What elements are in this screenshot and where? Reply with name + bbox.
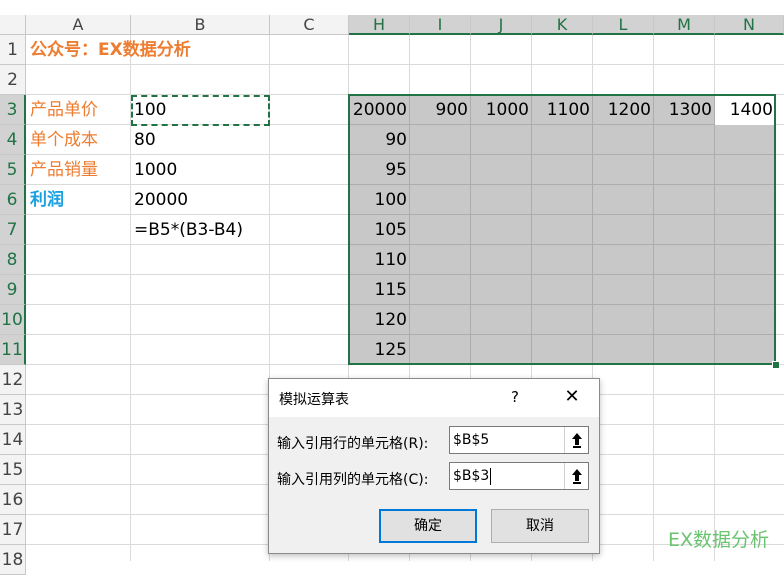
column-header-l[interactable]: L xyxy=(593,15,654,35)
help-button[interactable]: ? xyxy=(505,386,525,408)
col-input-value: $B$3 xyxy=(453,468,490,484)
column-header-k[interactable]: K xyxy=(532,15,593,35)
cell-a5[interactable]: 产品销量 xyxy=(27,155,101,185)
cell-a4[interactable]: 单个成本 xyxy=(27,125,101,155)
row-header-6[interactable]: 6 xyxy=(0,185,26,215)
cell-a3[interactable]: 产品单价 xyxy=(27,95,101,125)
row-input-value: $B$5 xyxy=(453,432,490,448)
column-header-m[interactable]: M xyxy=(654,15,715,35)
cell-b5[interactable]: 1000 xyxy=(131,155,180,185)
cell-b7[interactable]: =B5*(B3-B4) xyxy=(131,215,246,245)
upload-arrow-icon[interactable] xyxy=(564,427,588,453)
row-header-10[interactable]: 10 xyxy=(0,305,26,335)
watermark: EX数据分析 xyxy=(668,529,770,551)
cell-b4[interactable]: 80 xyxy=(131,125,159,155)
column-header-j[interactable]: J xyxy=(471,15,532,35)
dialog-titlebar[interactable]: 模拟运算表 ? ✕ xyxy=(269,379,599,417)
row-header-17[interactable]: 17 xyxy=(0,515,26,545)
row-input-label: 输入引用行的单元格(R): xyxy=(277,436,429,452)
column-header-a[interactable]: A xyxy=(26,15,131,35)
row-header-2[interactable]: 2 xyxy=(0,65,26,95)
cancel-button[interactable]: 取消 xyxy=(491,509,589,543)
row-header-12[interactable]: 12 xyxy=(0,365,26,395)
select-all-corner[interactable] xyxy=(0,15,26,35)
row-header-5[interactable]: 5 xyxy=(0,155,26,185)
row-header-14[interactable]: 14 xyxy=(0,425,26,455)
row-input-field[interactable]: $B$5 xyxy=(449,426,589,454)
copy-marquee xyxy=(131,95,270,126)
selection-border xyxy=(348,94,776,365)
row-header-11[interactable]: 11 xyxy=(0,335,26,365)
col-input-label: 输入引用列的单元格(C): xyxy=(277,472,429,488)
data-table-dialog: 模拟运算表 ? ✕ 输入引用行的单元格(R): $B$5 输入引用列的单元格(C… xyxy=(268,378,600,554)
dialog-title: 模拟运算表 xyxy=(279,392,349,408)
close-icon[interactable]: ✕ xyxy=(559,385,585,409)
spreadsheet: A B C H I J K L M N 1 2 3 4 5 6 7 8 9 10… xyxy=(0,0,784,575)
cell-b6[interactable]: 20000 xyxy=(131,185,191,215)
cell-a1[interactable]: 公众号：EX数据分析 xyxy=(27,35,194,65)
cell-a6[interactable]: 利润 xyxy=(27,185,67,215)
row-header-18[interactable]: 18 xyxy=(0,545,26,575)
column-header-b[interactable]: B xyxy=(131,15,270,35)
row-header-4[interactable]: 4 xyxy=(0,125,26,155)
row-header-1[interactable]: 1 xyxy=(0,35,26,65)
upload-arrow-icon[interactable] xyxy=(564,463,588,489)
fill-handle[interactable] xyxy=(772,361,780,369)
row-header-8[interactable]: 8 xyxy=(0,245,26,275)
column-header-c[interactable]: C xyxy=(270,15,349,35)
row-header-15[interactable]: 15 xyxy=(0,455,26,485)
row-header-13[interactable]: 13 xyxy=(0,395,26,425)
row-header-7[interactable]: 7 xyxy=(0,215,26,245)
row-header-9[interactable]: 9 xyxy=(0,275,26,305)
text-cursor xyxy=(490,467,492,485)
column-header-n[interactable]: N xyxy=(715,15,784,35)
column-header-h[interactable]: H xyxy=(349,15,410,35)
ok-button[interactable]: 确定 xyxy=(379,509,477,543)
row-header-16[interactable]: 16 xyxy=(0,485,26,515)
row-header-3[interactable]: 3 xyxy=(0,95,26,125)
column-header-i[interactable]: I xyxy=(410,15,471,35)
col-input-field[interactable]: $B$3 xyxy=(449,462,589,490)
ribbon-edge xyxy=(0,0,784,15)
